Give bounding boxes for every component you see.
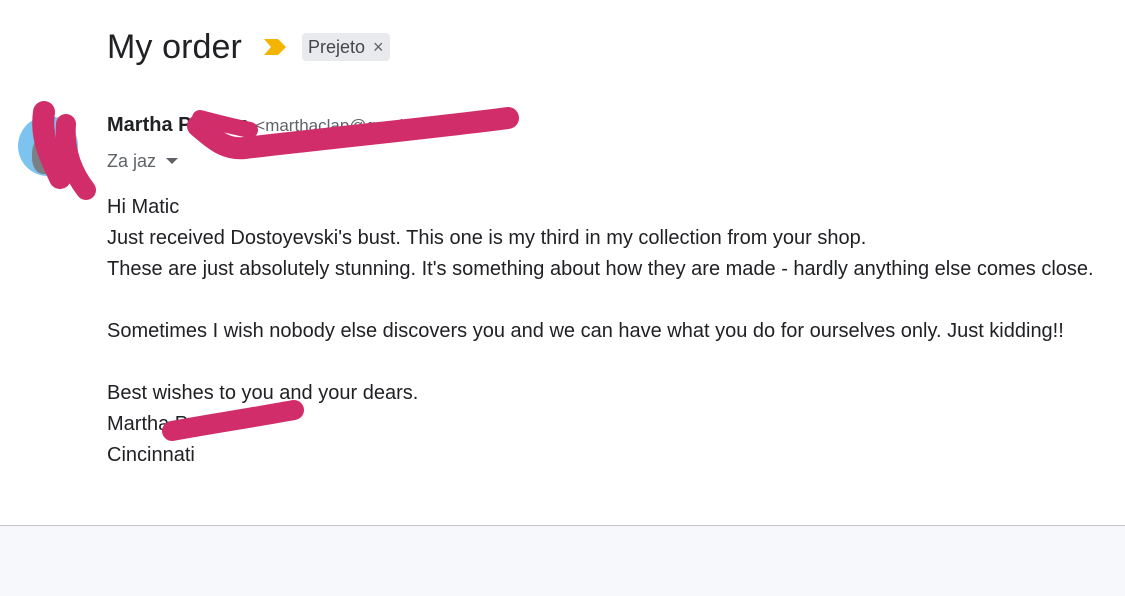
email-body: Hi Matic Just received Dostoyevski's bus…: [107, 192, 1125, 471]
body-signature-name: Martha P: [107, 413, 189, 435]
label-chip[interactable]: Prejeto ×: [301, 33, 390, 61]
body-line: Best wishes to you and your dears.: [107, 382, 419, 404]
body-line: Just received Dostoyevski's bust. This o…: [107, 227, 867, 249]
body-line: Sometimes I wish nobody else discovers y…: [107, 320, 1064, 342]
sender-row: Martha Powers <marthaclap@gmail.com>: [107, 114, 454, 142]
label-chip-text: Prejeto: [307, 36, 365, 57]
importance-marker-icon[interactable]: [263, 39, 286, 55]
email-subject: My order: [107, 28, 242, 66]
reply-area: [0, 526, 1125, 596]
recipient-label: Za jaz: [107, 150, 157, 171]
recipient-details-toggle[interactable]: Za jaz: [107, 148, 179, 174]
sender-email: <marthaclap@gmail.com>: [255, 116, 454, 135]
subject-row: My order Prejeto ×: [107, 24, 390, 70]
body-blank-line: [107, 285, 1125, 316]
body-signature-city: Cincinnati: [107, 444, 195, 466]
body-line: Hi Matic: [107, 196, 180, 218]
remove-label-icon[interactable]: ×: [373, 37, 384, 58]
chevron-down-icon[interactable]: [166, 158, 179, 164]
body-blank-line: [107, 347, 1125, 378]
body-line: These are just absolutely stunning. It's…: [107, 258, 1094, 280]
sender-name[interactable]: Martha Powers: [107, 114, 249, 137]
avatar-photo: [32, 134, 60, 174]
avatar[interactable]: [18, 116, 78, 176]
